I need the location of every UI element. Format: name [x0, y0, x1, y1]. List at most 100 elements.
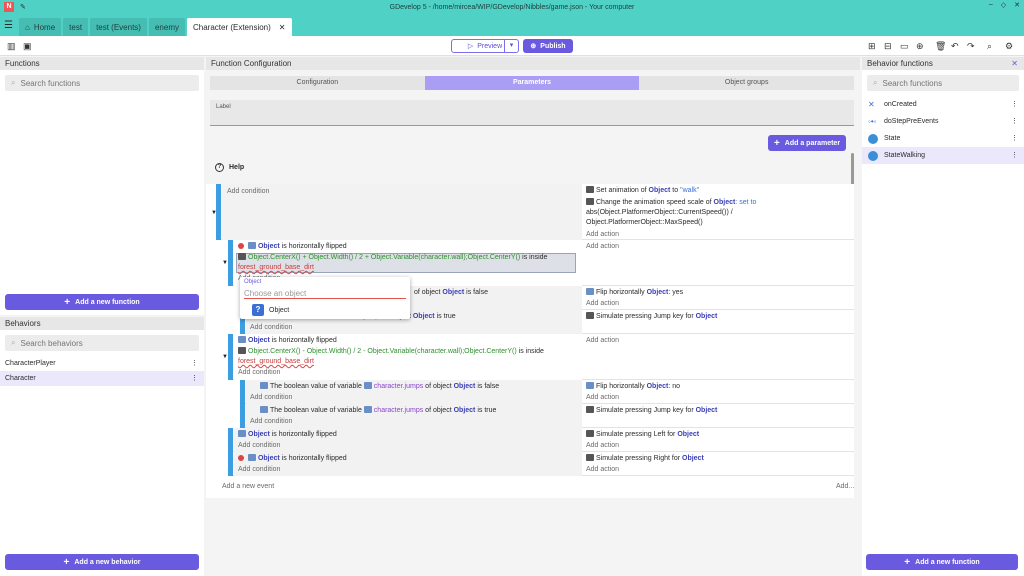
condition[interactable]: Object.CenterX() + Object.Width() / 2 + …	[238, 253, 547, 263]
add-behavior-button[interactable]: + Add a new behavior	[5, 554, 199, 570]
condition[interactable]: Object is horizontally flipped	[238, 336, 337, 346]
condition[interactable]: The boolean value of variable character.…	[260, 382, 499, 392]
undo-icon[interactable]: ↶	[951, 39, 959, 53]
preview-button[interactable]: ▷ Preview ▾	[451, 39, 519, 53]
more-options-icon[interactable]: ⋮	[1011, 113, 1018, 130]
maximize-icon[interactable]: ◇	[1001, 1, 1006, 9]
event-handle[interactable]	[228, 452, 233, 476]
menu-icon[interactable]: ☰	[4, 20, 13, 31]
add-condition-link[interactable]: Add condition	[227, 187, 269, 197]
tab-test-events[interactable]: test (Events)	[90, 18, 147, 36]
collapse-icon[interactable]: ▼	[222, 354, 228, 360]
tab-parameters[interactable]: Parameters	[424, 76, 640, 90]
pin-icon[interactable]: ✎	[20, 3, 26, 11]
add-parameter-button[interactable]: + Add a parameter	[768, 135, 846, 151]
tab-test[interactable]: test	[63, 18, 89, 36]
publish-button[interactable]: ⊕ Publish	[523, 39, 573, 53]
add-more-link[interactable]: Add...	[836, 482, 854, 492]
tab-configuration[interactable]: Configuration	[210, 76, 425, 90]
functions-search[interactable]: ⌕	[5, 75, 199, 91]
add-condition-link[interactable]: Add condition	[250, 393, 292, 403]
tab-enemy[interactable]: enemy	[148, 18, 185, 36]
close-icon[interactable]: ✕	[1014, 1, 1020, 9]
action[interactable]: Simulate pressing Jump key for Object	[586, 312, 717, 322]
event-add-icon[interactable]: ⊞	[868, 39, 876, 53]
tab-object-groups[interactable]: Object groups	[639, 76, 854, 90]
add-icon[interactable]: ⊕	[916, 39, 924, 53]
event-row[interactable]: The boolean value of variable character.…	[240, 380, 854, 404]
add-behavior-function-button[interactable]: + Add a new function	[866, 554, 1018, 570]
event-row[interactable]: Object is horizontally flipped Add condi…	[228, 428, 854, 452]
subevent-icon[interactable]: ⊟	[884, 39, 892, 53]
event-row[interactable]: The boolean value of variable character.…	[240, 404, 854, 428]
add-action-link[interactable]: Add action	[586, 242, 619, 252]
more-options-icon[interactable]: ⋮	[1011, 130, 1018, 147]
collapse-icon[interactable]: ▼	[222, 260, 228, 266]
add-condition-link[interactable]: Add condition	[238, 465, 280, 475]
behavior-function-item[interactable]: State ⋮	[862, 130, 1024, 147]
event-row[interactable]: Object is horizontally flipped Object.Ce…	[222, 334, 854, 380]
tab-character-extension[interactable]: Character (Extension) ✕	[186, 18, 292, 36]
behavior-item[interactable]: Character ⋮	[0, 371, 204, 386]
preview-dropdown-icon[interactable]: ▾	[504, 40, 518, 52]
close-tab-icon[interactable]: ✕	[279, 23, 286, 32]
add-condition-link[interactable]: Add condition	[250, 323, 292, 333]
behavior-function-item[interactable]: ✕ onCreated ⋮	[862, 96, 1024, 113]
add-action-link[interactable]: Add action	[586, 299, 619, 309]
behavior-item[interactable]: CharacterPlayer ⋮	[0, 356, 204, 371]
event-handle[interactable]	[240, 380, 245, 404]
action[interactable]: Flip horizontally Object: no	[586, 382, 680, 392]
event-row[interactable]: Add condition Set animation of Object to…	[211, 184, 854, 240]
add-event-link[interactable]: Add a new event	[222, 482, 274, 492]
settings-icon[interactable]: ⚙	[1005, 39, 1013, 53]
functions-search-input[interactable]	[20, 78, 171, 88]
condition[interactable]: Object is horizontally flipped	[238, 430, 337, 440]
add-action-link[interactable]: Add action	[586, 465, 619, 475]
object-option[interactable]: ? Object	[252, 304, 289, 316]
more-options-icon[interactable]: ⋮	[1011, 96, 1018, 113]
event-row[interactable]: Object is horizontally flipped Add condi…	[228, 452, 854, 476]
action[interactable]: Simulate pressing Jump key for Object	[586, 406, 717, 416]
behavior-function-item[interactable]: ◦•◦ doStepPreEvents ⋮	[862, 113, 1024, 130]
project-icon[interactable]: ▣	[23, 39, 32, 53]
action[interactable]: Simulate pressing Left for Object	[586, 430, 699, 440]
minimize-icon[interactable]: ‒	[989, 1, 993, 9]
event-handle[interactable]	[228, 428, 233, 452]
collapse-icon[interactable]: ▼	[211, 210, 217, 216]
add-action-link[interactable]: Add action	[586, 393, 619, 403]
action[interactable]: Change the animation speed scale of Obje…	[586, 198, 756, 208]
condition[interactable]: Object.CenterX() - Object.Width() / 2 - …	[238, 347, 544, 357]
condition[interactable]: Object is horizontally flipped	[238, 242, 347, 252]
more-options-icon[interactable]: ⋮	[191, 356, 198, 371]
action[interactable]: Simulate pressing Right for Object	[586, 454, 704, 464]
action[interactable]: Flip horizontally Object: yes	[586, 288, 683, 298]
panels-icon[interactable]: ▥	[7, 39, 16, 53]
more-options-icon[interactable]: ⋮	[1011, 147, 1018, 164]
tab-home[interactable]: ⌂ Home	[18, 18, 62, 36]
add-condition-link[interactable]: Add condition	[238, 368, 280, 378]
close-panel-icon[interactable]: ✕	[1011, 57, 1018, 70]
more-options-icon[interactable]: ⋮	[191, 371, 198, 386]
behavior-functions-search[interactable]: ⌕	[867, 75, 1019, 91]
add-function-button[interactable]: + Add a new function	[5, 294, 199, 310]
behaviors-search[interactable]: ⌕	[5, 335, 199, 351]
comment-icon[interactable]: ▭	[900, 39, 909, 53]
event-handle[interactable]	[228, 334, 233, 380]
event-handle[interactable]	[228, 240, 233, 286]
behavior-function-item[interactable]: StateWalking ⋮	[862, 147, 1024, 164]
condition[interactable]: Object is horizontally flipped	[238, 454, 347, 464]
condition[interactable]: The boolean value of variable character.…	[260, 406, 496, 416]
search-icon[interactable]: ⌕	[987, 39, 992, 53]
add-action-link[interactable]: Add action	[586, 441, 619, 451]
condition[interactable]: of object Object is false	[414, 288, 488, 298]
redo-icon[interactable]: ↷	[967, 39, 975, 53]
behaviors-search-input[interactable]	[20, 338, 171, 348]
delete-icon[interactable]: 🗑	[935, 39, 946, 53]
scrollbar[interactable]	[851, 153, 854, 185]
label-field[interactable]: Label	[210, 100, 854, 126]
add-condition-link[interactable]: Add condition	[238, 441, 280, 451]
add-condition-link[interactable]: Add condition	[250, 417, 292, 427]
behavior-functions-search-input[interactable]	[882, 78, 1003, 88]
add-action-link[interactable]: Add action	[586, 230, 619, 240]
object-chooser-input[interactable]: Choose an object	[244, 288, 406, 299]
